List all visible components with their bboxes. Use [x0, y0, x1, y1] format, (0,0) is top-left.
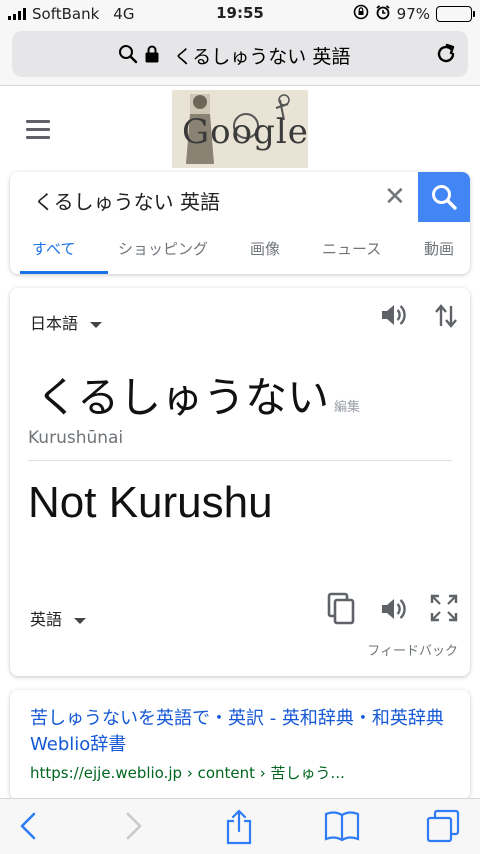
speaker-icon[interactable] — [378, 300, 408, 334]
google-doodle[interactable]: Google — [172, 90, 308, 168]
search-result[interactable]: 苦しゅうないを英語で・英訳 - 英和辞典・和英辞典 Weblio辞書 https… — [10, 690, 470, 800]
search-tabs: すべて ショッピング 画像 ニュース 動画 — [10, 230, 470, 274]
address-bar[interactable]: くるしゅうない 英語 — [12, 31, 468, 77]
address-text[interactable]: くるしゅうない 英語 — [12, 42, 468, 69]
google-header: Google — [0, 88, 480, 168]
copy-icon[interactable] — [326, 592, 356, 630]
search-button[interactable] — [418, 172, 470, 222]
search-card: くるしゅうない 英語 ✕ すべて ショッピング 画像 ニュース 動画 — [10, 172, 470, 274]
edit-link[interactable]: 編集 — [334, 396, 360, 415]
active-tab-indicator — [20, 271, 108, 274]
source-language-select[interactable]: 日本語 — [30, 310, 103, 334]
tab-shopping[interactable]: ショッピング — [118, 238, 208, 259]
bottom-toolbar — [0, 798, 480, 854]
chevron-down-icon — [74, 617, 87, 624]
battery-icon — [436, 6, 475, 22]
tab-all[interactable]: すべて — [32, 238, 75, 259]
search-input[interactable]: くるしゅうない 英語 — [34, 186, 220, 215]
browser-bar: くるしゅうない 英語 — [0, 28, 480, 86]
tab-images[interactable]: 画像 — [250, 238, 280, 259]
clear-icon[interactable]: ✕ — [384, 182, 406, 212]
search-icon — [118, 44, 138, 68]
bookmarks-icon[interactable] — [324, 809, 360, 847]
address-icons — [118, 44, 160, 68]
forward-icon[interactable] — [120, 809, 146, 847]
romanization: Kurushūnai — [28, 428, 124, 448]
divider — [28, 460, 452, 461]
battery-percent: 97% — [396, 5, 430, 23]
back-icon[interactable] — [16, 809, 42, 847]
target-language-select[interactable]: 英語 — [30, 606, 87, 630]
speaker-icon[interactable] — [378, 594, 408, 628]
alarm-icon — [375, 4, 391, 24]
menu-icon[interactable] — [26, 120, 50, 144]
status-right: 97% — [353, 4, 475, 24]
tab-videos[interactable]: 動画 — [424, 238, 454, 259]
status-bar: SoftBank 4G 19:55 97% — [0, 0, 480, 28]
rotation-lock-icon — [353, 4, 369, 24]
translate-card: 日本語 くるしゅうない 編集 Kurushūnai Not Kurushu 英語… — [10, 288, 470, 676]
doodle-word: Google — [182, 112, 308, 152]
feedback-link[interactable]: フィードバック — [367, 640, 458, 659]
tab-news[interactable]: ニュース — [322, 238, 381, 259]
share-icon[interactable] — [224, 809, 254, 849]
reload-icon[interactable] — [434, 42, 458, 70]
chevron-down-icon — [90, 321, 103, 328]
lock-icon — [144, 44, 160, 68]
fullscreen-icon[interactable] — [430, 594, 458, 626]
source-text: くるしゅうない — [36, 373, 330, 422]
source-language-label: 日本語 — [30, 314, 79, 333]
result-title-link[interactable]: 苦しゅうないを英語で・英訳 - 英和辞典・和英辞典 Weblio辞書 — [30, 706, 450, 758]
swap-languages-icon[interactable] — [434, 302, 458, 334]
target-language-label: 英語 — [30, 610, 63, 629]
translated-text: Not Kurushu — [28, 478, 273, 527]
result-url: https://ejje.weblio.jp › content › 苦しゅう.… — [30, 764, 345, 782]
tabs-icon[interactable] — [426, 809, 460, 847]
